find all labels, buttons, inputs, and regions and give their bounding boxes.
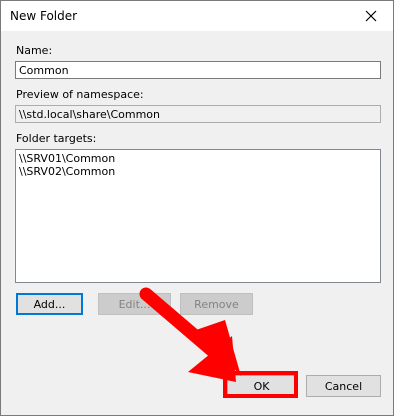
list-item[interactable]: \\SRV02\Common [19,165,377,178]
close-button[interactable] [349,1,393,31]
ok-button[interactable]: OK [227,375,296,397]
cancel-button[interactable]: Cancel [306,375,381,397]
dialog-title: New Folder [10,9,78,23]
new-folder-dialog: New Folder Name: Common Preview of names… [0,0,394,416]
folder-targets-list[interactable]: \\SRV01\Common \\SRV02\Common [15,149,381,283]
preview-field: \\std.local\share\Common [15,105,381,123]
list-item[interactable]: \\SRV01\Common [19,152,377,165]
title-bar: New Folder [1,1,393,31]
preview-label: Preview of namespace: [16,88,144,101]
add-button[interactable]: Add... [16,293,83,315]
name-label: Name: [16,44,53,57]
folder-targets-label: Folder targets: [16,132,97,145]
edit-button[interactable]: Edit... [98,293,171,315]
remove-button[interactable]: Remove [180,293,253,315]
close-icon [365,10,377,22]
name-input[interactable]: Common [15,61,381,79]
